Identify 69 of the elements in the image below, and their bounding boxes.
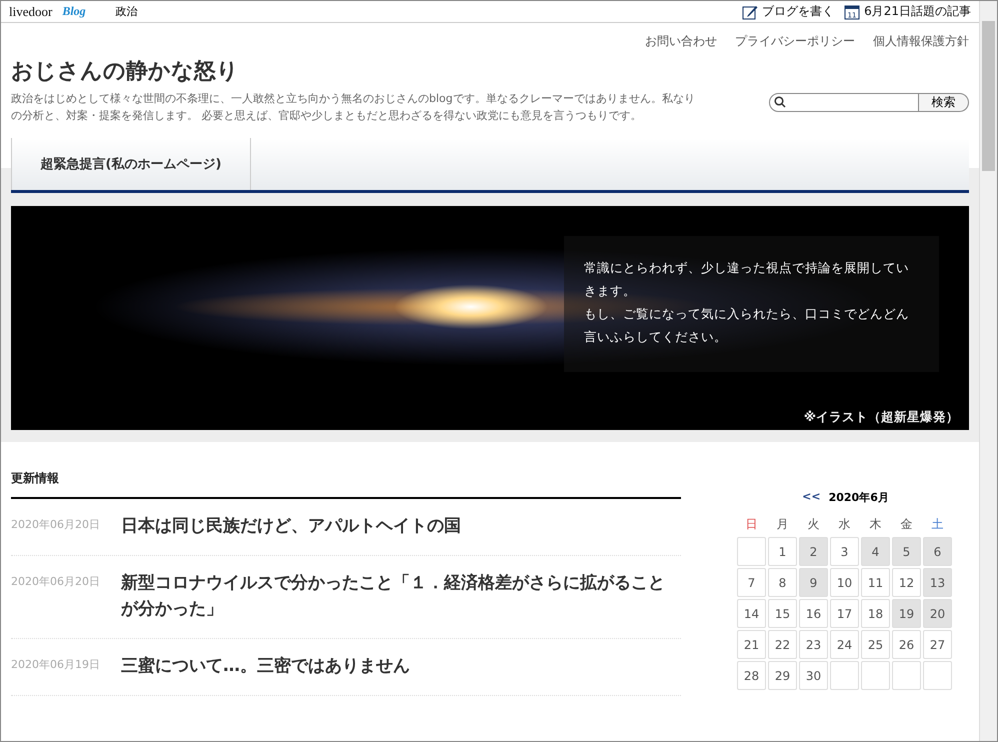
- empty-calendar-cell: [830, 661, 859, 690]
- blog-description: 政治をはじめとして様々な世間の不条理に、一人敢然と立ち向かう無名のおじさんのblogです。単なるクレーマーではありません。私なりの分析と、対案・提案を発信します。 必要と思えば、官邸や少しまともだと思わざるを得ない政党にも意見を言うつもりです。: [11, 91, 696, 124]
- illustration-caption: ※イラスト（超新星爆発）: [804, 409, 959, 426]
- calendar-day[interactable]: 14: [737, 599, 766, 628]
- calendar-month: 2020年6月: [828, 490, 889, 505]
- calendar-day[interactable]: 25: [861, 630, 890, 659]
- header-link[interactable]: お問い合わせ: [645, 33, 717, 50]
- empty-calendar-cell: [892, 661, 921, 690]
- header-link[interactable]: プライバシーポリシー: [735, 33, 855, 50]
- previous-month-link[interactable]: <<: [802, 490, 821, 505]
- banner-message: もし、ご覧になって気に入られたら、口コミでどんどん言いふらしてください。: [584, 305, 910, 346]
- nav-tab[interactable]: 超緊急提言(私のホームページ): [11, 138, 251, 190]
- section-heading: 更新情報: [11, 470, 681, 499]
- calendar-day[interactable]: 4: [861, 537, 890, 566]
- calendar-day[interactable]: 9: [799, 568, 828, 597]
- weekday-label: 火: [806, 516, 820, 533]
- calendar-day[interactable]: 7: [737, 568, 766, 597]
- post-date: 2020年06月20日: [11, 574, 101, 590]
- calendar-day[interactable]: 24: [830, 630, 859, 659]
- post-title-link[interactable]: 三蜜について…。三密ではありません: [121, 653, 410, 679]
- search-button[interactable]: 検索: [919, 92, 969, 112]
- calendar-day[interactable]: 15: [768, 599, 797, 628]
- empty-calendar-cell: [861, 661, 890, 690]
- calendar-day[interactable]: 5: [892, 537, 921, 566]
- post-title-link[interactable]: 新型コロナウイルスで分かったこと「１．経済格差がさらに拡がることが分かった」: [121, 570, 681, 622]
- calendar-day[interactable]: 8: [768, 568, 797, 597]
- weekday-label: 金: [900, 516, 914, 533]
- calendar-day[interactable]: 20: [923, 599, 952, 628]
- post-date: 2020年06月20日: [11, 517, 101, 533]
- calendar-day[interactable]: 27: [923, 630, 952, 659]
- weekday-label: 水: [838, 516, 852, 533]
- calendar-day[interactable]: 29: [768, 661, 797, 690]
- calendar-day[interactable]: 6: [923, 537, 952, 566]
- calendar-day[interactable]: 28: [737, 661, 766, 690]
- write-blog-link[interactable]: ブログを書く: [742, 3, 834, 20]
- calendar-day[interactable]: 23: [799, 630, 828, 659]
- empty-calendar-cell: [737, 537, 766, 566]
- calendar-day[interactable]: 1: [768, 537, 797, 566]
- search-field[interactable]: [769, 92, 919, 112]
- calendar-day[interactable]: 22: [768, 630, 797, 659]
- weekday-label: 日: [744, 516, 758, 533]
- calendar-day[interactable]: 19: [892, 599, 921, 628]
- calendar-day[interactable]: 26: [892, 630, 921, 659]
- calendar-day[interactable]: 16: [799, 599, 828, 628]
- blog-logo[interactable]: Blog: [62, 4, 86, 19]
- scrollbar-thumb[interactable]: [982, 21, 995, 171]
- calendar-day[interactable]: 12: [892, 568, 921, 597]
- livedoor-logo[interactable]: livedoor: [9, 4, 52, 20]
- calendar-day[interactable]: 11: [861, 568, 890, 597]
- search-icon: [774, 96, 786, 108]
- calendar-day[interactable]: 13: [923, 568, 952, 597]
- post-title-link[interactable]: 日本は同じ民族だけど、アパルトヘイトの国: [121, 513, 461, 539]
- calendar-day[interactable]: 21: [737, 630, 766, 659]
- blog-title: おじさんの静かな怒り: [11, 58, 240, 86]
- calendar-day[interactable]: 3: [830, 537, 859, 566]
- category-label: 政治: [116, 4, 138, 19]
- calendar-day[interactable]: 30: [799, 661, 828, 690]
- weekday-label: 土: [930, 516, 944, 533]
- header-link[interactable]: 個人情報保護方針: [873, 33, 969, 50]
- banner-message: 常識にとらわれず、少し違った視点で持論を展開していきます。: [584, 259, 910, 300]
- post-date: 2020年06月19日: [11, 657, 101, 673]
- calendar-day[interactable]: 2: [799, 537, 828, 566]
- pencil-icon: [742, 4, 758, 20]
- calendar-day[interactable]: 18: [861, 599, 890, 628]
- calendar-day[interactable]: 10: [830, 568, 859, 597]
- calendar-day[interactable]: 17: [830, 599, 859, 628]
- weekday-label: 木: [868, 516, 882, 533]
- empty-calendar-cell: [923, 661, 952, 690]
- weekday-label: 月: [776, 516, 790, 533]
